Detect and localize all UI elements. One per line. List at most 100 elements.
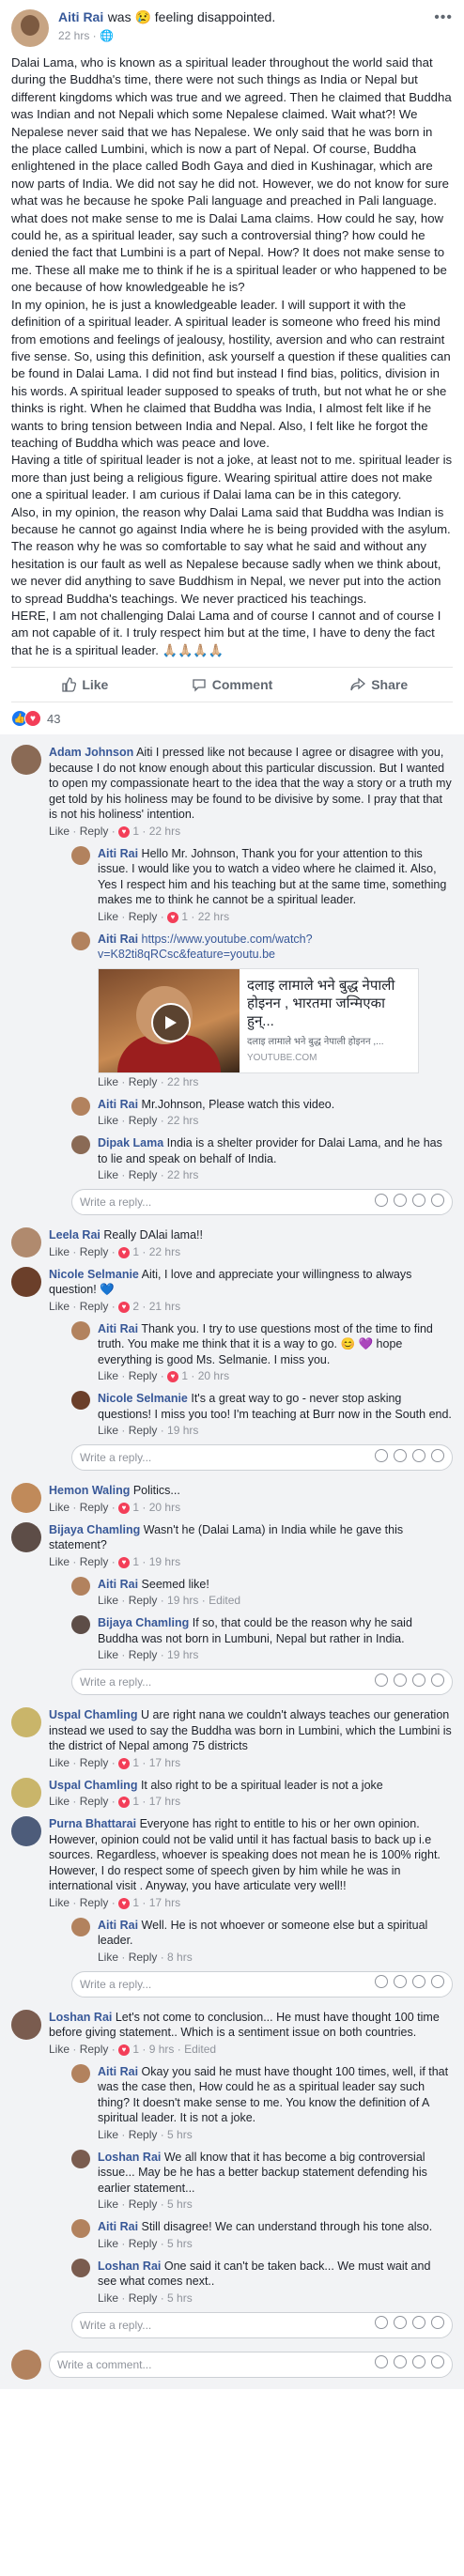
comment-reply-link[interactable]: Reply	[129, 1594, 158, 1607]
comment-time[interactable]: 22 hrs	[167, 1168, 198, 1181]
commenter-avatar[interactable]	[71, 2063, 90, 2083]
commenter-name[interactable]: Aiti Rai	[98, 933, 138, 946]
emoji-icon[interactable]	[375, 1448, 388, 1462]
commenter-name[interactable]: Aiti Rai	[98, 2220, 138, 2233]
commenter-name[interactable]: Loshan Rai	[49, 2011, 112, 2024]
comment-reply-link[interactable]: Reply	[129, 1114, 158, 1127]
comment-like-link[interactable]: Like	[49, 825, 70, 838]
reaction-summary[interactable]: 👍 ♥ 43	[0, 702, 464, 734]
comment-reply-link[interactable]: Reply	[129, 2291, 158, 2305]
reaction-count[interactable]: 1	[130, 825, 139, 838]
comment-like-link[interactable]: Like	[49, 1756, 70, 1769]
commenter-avatar[interactable]	[11, 1816, 41, 1847]
camera-icon[interactable]	[394, 1673, 407, 1687]
commenter-avatar[interactable]	[71, 1576, 90, 1596]
comment-time[interactable]: 5 hrs	[167, 2291, 193, 2305]
comment-time[interactable]: 17 hrs	[149, 1756, 180, 1769]
comment-like-link[interactable]: Like	[49, 1795, 70, 1808]
author-name[interactable]: Aiti Rai	[58, 9, 103, 24]
video-title[interactable]: दलाइ लामाले भने बुद्ध नेपाली होइनन , भार…	[247, 977, 410, 1030]
commenter-avatar[interactable]	[71, 1135, 90, 1155]
reaction-count[interactable]: 1	[130, 1756, 139, 1769]
commenter-name[interactable]: Nicole Selmanie	[49, 1268, 139, 1281]
comment-reply-link[interactable]: Reply	[129, 1168, 158, 1181]
post-time-text[interactable]: 22 hrs ·	[58, 29, 100, 42]
commenter-avatar[interactable]	[11, 1266, 41, 1297]
commenter-avatar[interactable]	[11, 1227, 41, 1258]
commenter-name[interactable]: Loshan Rai	[98, 2151, 161, 2164]
comment-like-link[interactable]: Like	[98, 2128, 118, 2141]
comment-time[interactable]: 22 hrs	[167, 1075, 198, 1088]
comment-time[interactable]: 21 hrs	[149, 1300, 180, 1313]
write-reply-input[interactable]: Write a reply...	[71, 1970, 453, 1998]
sticker-icon[interactable]	[431, 2316, 444, 2330]
reaction-count[interactable]: 1	[178, 1369, 188, 1382]
comment-time[interactable]: 22 hrs	[149, 1245, 180, 1258]
comment-like-link[interactable]: Like	[98, 1114, 118, 1127]
comment-like-link[interactable]: Like	[98, 1594, 118, 1607]
comment-reply-link[interactable]: Reply	[80, 1245, 109, 1258]
sticker-icon[interactable]	[431, 1673, 444, 1687]
comment-reply-link[interactable]: Reply	[129, 2237, 158, 2250]
commenter-name[interactable]: Bijaya Chamling	[49, 1523, 140, 1536]
comment-time[interactable]: 19 hrs	[167, 1424, 198, 1437]
comment-time[interactable]: 22 hrs	[149, 825, 180, 838]
comment-reply-link[interactable]: Reply	[129, 1951, 158, 1964]
comment-reply-link[interactable]: Reply	[80, 1555, 109, 1568]
camera-icon[interactable]	[394, 1448, 407, 1462]
comment-like-link[interactable]: Like	[98, 2198, 118, 2211]
write-reply-input[interactable]: Write a reply...	[71, 1189, 453, 1216]
commenter-avatar[interactable]	[71, 845, 90, 865]
comment-like-link[interactable]: Like	[49, 1555, 70, 1568]
comment-like-link[interactable]: Like	[49, 1896, 70, 1909]
comment-time[interactable]: 20 hrs	[198, 1369, 229, 1382]
commenter-avatar[interactable]	[71, 931, 90, 950]
comment-reply-link[interactable]: Reply	[129, 2198, 158, 2211]
comment-time[interactable]: 17 hrs	[149, 1896, 180, 1909]
comment-time[interactable]: 8 hrs	[167, 1951, 193, 1964]
comment-reply-link[interactable]: Reply	[80, 2043, 109, 2056]
comment-like-link[interactable]: Like	[98, 1369, 118, 1382]
video-preview[interactable]: दलाइ लामाले भने बुद्ध नेपाली होइनन , भार…	[98, 967, 419, 1073]
commenter-name[interactable]: Aiti Rai	[98, 2065, 138, 2078]
comment-time[interactable]: 17 hrs	[149, 1795, 180, 1808]
commenter-avatar[interactable]	[11, 745, 41, 776]
gif-icon[interactable]	[412, 2316, 425, 2330]
commenter-avatar[interactable]	[71, 2258, 90, 2277]
commenter-name[interactable]: Loshan Rai	[98, 2260, 161, 2273]
emoji-icon[interactable]	[375, 2316, 388, 2330]
comment-time[interactable]: 20 hrs	[149, 1501, 180, 1514]
sticker-icon[interactable]	[431, 1975, 444, 1989]
sticker-icon[interactable]	[431, 1448, 444, 1462]
comment-reply-link[interactable]: Reply	[129, 910, 158, 923]
comment-like-link[interactable]: Like	[98, 1075, 118, 1088]
camera-icon[interactable]	[394, 1975, 407, 1989]
commenter-avatar[interactable]	[71, 2219, 90, 2239]
commenter-avatar[interactable]	[11, 2009, 41, 2040]
write-comment-input[interactable]: Write a comment...	[49, 2351, 453, 2378]
comment-reply-link[interactable]: Reply	[129, 1075, 158, 1088]
comment-time[interactable]: 19 hrs	[167, 1648, 198, 1661]
gif-icon[interactable]	[412, 1673, 425, 1687]
comment-time[interactable]: 19 hrs · Edited	[167, 1594, 240, 1607]
commenter-name[interactable]: Nicole Selmanie	[98, 1392, 188, 1405]
comment-reply-link[interactable]: Reply	[80, 1756, 109, 1769]
emoji-icon[interactable]	[375, 1193, 388, 1207]
more-options-icon[interactable]: •••	[434, 9, 453, 26]
sticker-icon[interactable]	[431, 2355, 444, 2369]
commenter-name[interactable]: Leela Rai	[49, 1228, 101, 1242]
emoji-icon[interactable]	[375, 1673, 388, 1687]
comment-reply-link[interactable]: Reply	[129, 2128, 158, 2141]
commenter-name[interactable]: Adam Johnson	[49, 746, 133, 759]
share-button[interactable]: Share	[305, 677, 453, 692]
comment-reply-link[interactable]: Reply	[129, 1369, 158, 1382]
commenter-name[interactable]: Uspal Chamling	[49, 1779, 137, 1792]
comment-reply-link[interactable]: Reply	[80, 1501, 109, 1514]
comment-reply-link[interactable]: Reply	[80, 1896, 109, 1909]
sticker-icon[interactable]	[431, 1193, 444, 1207]
comment-reply-link[interactable]: Reply	[129, 1648, 158, 1661]
play-icon[interactable]	[151, 1002, 191, 1042]
comment-reply-link[interactable]: Reply	[80, 1300, 109, 1313]
camera-icon[interactable]	[394, 2316, 407, 2330]
reaction-count[interactable]: 1	[130, 1795, 139, 1808]
